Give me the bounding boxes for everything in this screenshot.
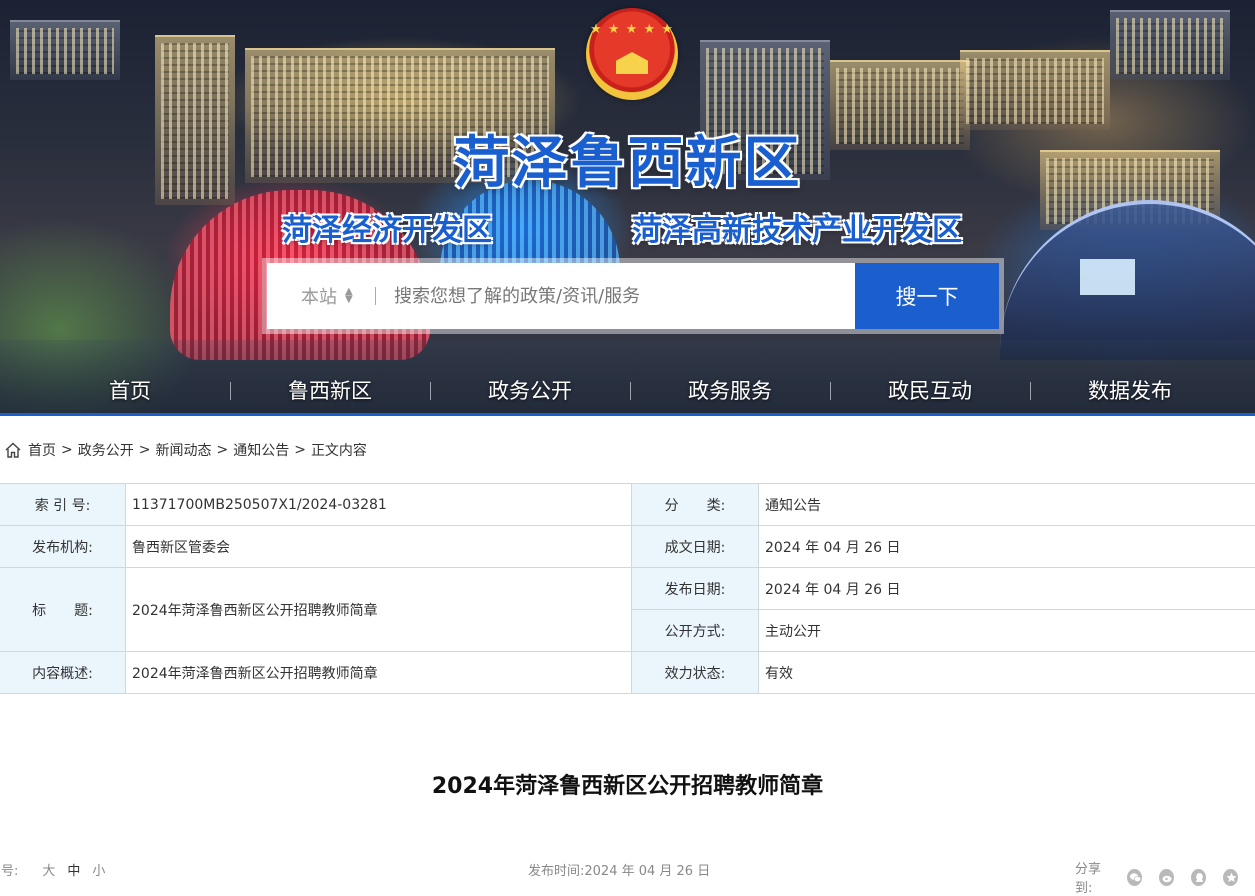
search-bar: 本站 ▲▼ 搜一下 — [262, 258, 1004, 334]
org-value: 鲁西新区管委会 — [126, 526, 632, 568]
search-divider — [375, 287, 376, 305]
category-label: 分 类: — [632, 484, 759, 526]
table-row: 标 题: 2024年菏泽鲁西新区公开招聘教师简章 发布日期: 2024 年 04… — [0, 568, 1255, 610]
table-row: 索 引 号: 11371700MB250507X1/2024-03281 分 类… — [0, 484, 1255, 526]
sort-arrows-icon: ▲▼ — [345, 288, 353, 304]
building-image — [1110, 10, 1230, 80]
summary-value: 2024年菏泽鲁西新区公开招聘教师简章 — [126, 652, 632, 694]
breadcrumb-gov-affairs[interactable]: 政务公开 — [78, 440, 134, 460]
nav-item-interaction[interactable]: 政民互动 — [830, 372, 1030, 410]
nav-item-gov-affairs[interactable]: 政务公开 — [430, 372, 630, 410]
published-date-label: 发布日期: — [632, 568, 759, 610]
status-label: 效力状态: — [632, 652, 759, 694]
search-input[interactable] — [394, 286, 855, 307]
font-size-switcher: 字号: 大 中 小 — [0, 860, 117, 879]
breadcrumb-separator: > — [139, 442, 151, 458]
article-title: 2024年菏泽鲁西新区公开招聘教师简章 — [0, 768, 1255, 800]
title-label: 标 题: — [0, 568, 126, 652]
nav-item-luxi[interactable]: 鲁西新区 — [230, 372, 430, 410]
site-title: 菏泽鲁西新区 — [0, 118, 1255, 199]
site-subtitle-left: 菏泽经济开发区 — [282, 205, 492, 249]
breadcrumb-separator: > — [294, 442, 306, 458]
table-row: 发布机构: 鲁西新区管委会 成文日期: 2024 年 04 月 26 日 — [0, 526, 1255, 568]
main-nav: 首页 鲁西新区 政务公开 政务服务 政民互动 数据发布 — [30, 372, 1230, 410]
qq-icon[interactable] — [1191, 869, 1206, 886]
font-size-large-button[interactable]: 大 — [42, 860, 55, 879]
index-value: 11371700MB250507X1/2024-03281 — [126, 484, 632, 526]
search-button[interactable]: 搜一下 — [855, 263, 999, 329]
breadcrumb-current: 正文内容 — [311, 440, 367, 460]
breadcrumb-news[interactable]: 新闻动态 — [155, 440, 211, 460]
category-value: 通知公告 — [759, 484, 1255, 526]
wechat-icon[interactable] — [1127, 869, 1142, 886]
method-value: 主动公开 — [759, 610, 1255, 652]
article-toolbar: 字号: 大 中 小 发布时间:2024 年 04 月 26 日 分享到: — [0, 858, 1255, 882]
method-label: 公开方式: — [632, 610, 759, 652]
published-date-value: 2024 年 04 月 26 日 — [759, 568, 1255, 610]
banner-divider — [0, 413, 1255, 416]
search-box: 本站 ▲▼ 搜一下 — [267, 263, 999, 329]
summary-label: 内容概述: — [0, 652, 126, 694]
arena-image — [1000, 200, 1255, 360]
document-meta-table: 索 引 号: 11371700MB250507X1/2024-03281 分 类… — [0, 483, 1255, 694]
search-scope-select[interactable]: 本站 ▲▼ — [267, 283, 375, 309]
nav-item-home[interactable]: 首页 — [30, 372, 230, 410]
breadcrumb: 首页 > 政务公开 > 新闻动态 > 通知公告 > 正文内容 — [4, 440, 367, 460]
index-label: 索 引 号: — [0, 484, 126, 526]
font-size-label: 字号: — [0, 860, 18, 879]
qzone-icon[interactable] — [1223, 869, 1238, 886]
written-date-value: 2024 年 04 月 26 日 — [759, 526, 1255, 568]
breadcrumb-separator: > — [216, 442, 228, 458]
breadcrumb-home[interactable]: 首页 — [28, 440, 56, 460]
site-subtitle-right: 菏泽高新技术产业开发区 — [632, 205, 962, 249]
table-row: 内容概述: 2024年菏泽鲁西新区公开招聘教师简章 效力状态: 有效 — [0, 652, 1255, 694]
org-label: 发布机构: — [0, 526, 126, 568]
building-image — [10, 20, 120, 80]
weibo-icon[interactable] — [1159, 869, 1174, 886]
nav-item-gov-services[interactable]: 政务服务 — [630, 372, 830, 410]
publish-time: 发布时间:2024 年 04 月 26 日 — [528, 860, 710, 879]
share-label: 分享到: — [1075, 858, 1113, 896]
font-size-small-button[interactable]: 小 — [92, 860, 105, 879]
status-value: 有效 — [759, 652, 1255, 694]
home-icon[interactable] — [4, 441, 22, 459]
national-emblem-icon: ★ ★ ★ ★ ★ — [586, 8, 678, 100]
header-banner: ★ ★ ★ ★ ★ 菏泽鲁西新区 菏泽经济开发区 菏泽高新技术产业开发区 本站 … — [0, 0, 1255, 416]
breadcrumb-separator: > — [61, 442, 73, 458]
nav-item-data[interactable]: 数据发布 — [1030, 372, 1230, 410]
font-size-medium-button[interactable]: 中 — [67, 860, 80, 879]
search-scope-label: 本站 — [301, 283, 337, 309]
written-date-label: 成文日期: — [632, 526, 759, 568]
share-bar: 分享到: — [1075, 858, 1255, 896]
title-value: 2024年菏泽鲁西新区公开招聘教师简章 — [126, 568, 632, 652]
breadcrumb-notices[interactable]: 通知公告 — [233, 440, 289, 460]
